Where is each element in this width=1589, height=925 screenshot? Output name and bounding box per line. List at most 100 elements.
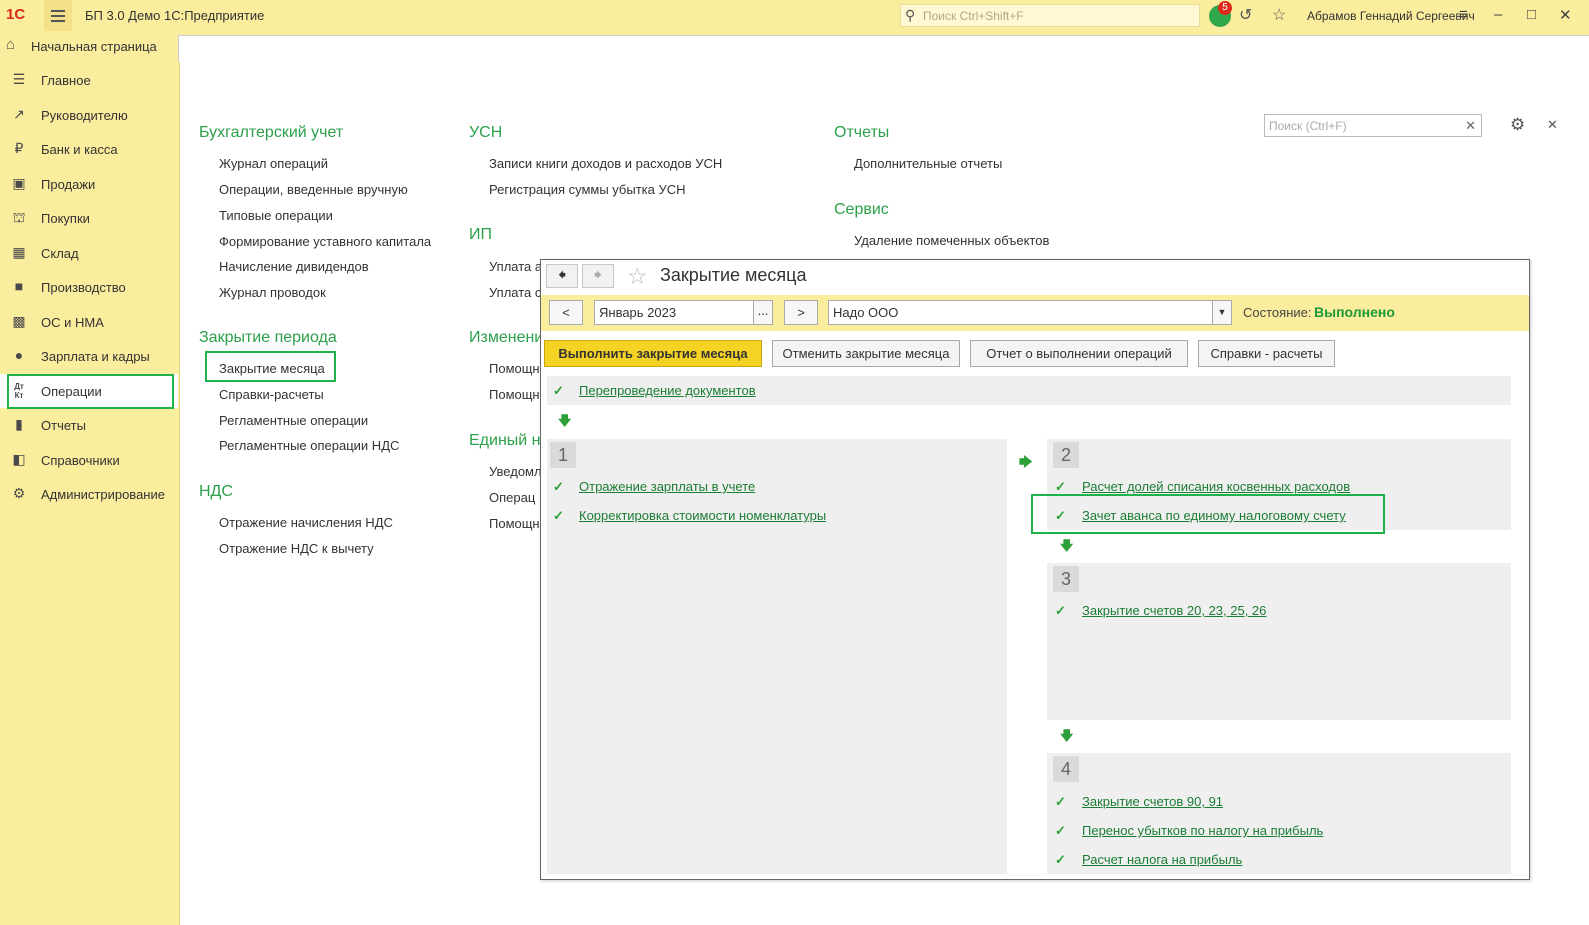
- arrow-left-icon: 🠸: [557, 267, 567, 284]
- minimize-icon[interactable]: –: [1494, 6, 1502, 23]
- nav-link[interactable]: Помощн: [489, 516, 540, 531]
- history-icon[interactable]: ↺: [1239, 5, 1252, 25]
- sidebar-item-salary[interactable]: ● Зарплата и кадры: [0, 339, 178, 373]
- close-accounts-20-link[interactable]: Закрытие счетов 20, 23, 25, 26: [1082, 603, 1266, 618]
- nav-link[interactable]: Уведомл: [489, 464, 542, 479]
- sidebar-item-label: ОС и НМА: [41, 315, 104, 330]
- sidebar-item-warehouse[interactable]: ▦ Склад: [0, 236, 178, 270]
- main-menu-button[interactable]: [44, 0, 72, 31]
- operations-report-button[interactable]: Отчет о выполнении операций: [970, 340, 1188, 367]
- nav-link[interactable]: Уплата а: [489, 259, 542, 274]
- sidebar-item-main[interactable]: ☰ Главное: [0, 63, 178, 97]
- close-accounts-90-link[interactable]: Закрытие счетов 90, 91: [1082, 794, 1223, 809]
- run-month-close-button[interactable]: Выполнить закрытие месяца: [544, 340, 762, 367]
- clear-search-icon[interactable]: ✕: [1465, 118, 1476, 134]
- organization-field[interactable]: Надо ООО: [828, 300, 1213, 325]
- next-period-button[interactable]: >: [784, 300, 818, 325]
- organization-dropdown-button[interactable]: ▼: [1212, 300, 1232, 325]
- sidebar-item-assets[interactable]: ▩ ОС и НМА: [0, 305, 178, 339]
- indirect-costs-link[interactable]: Расчет долей списания косвенных расходов: [1082, 479, 1350, 494]
- nav-link[interactable]: Регистрация суммы убытка УСН: [489, 182, 686, 197]
- sidebar-item-label: Отчеты: [41, 418, 86, 433]
- nav-link[interactable]: Помощн: [489, 361, 540, 376]
- trend-icon: ↗: [13, 106, 25, 122]
- maximize-icon[interactable]: □: [1527, 6, 1536, 23]
- favorites-star-icon[interactable]: ☆: [1272, 5, 1286, 25]
- forward-button[interactable]: 🠺: [582, 264, 614, 288]
- current-tab[interactable]: [178, 35, 1589, 62]
- sidebar-item-label: Руководителю: [41, 108, 128, 123]
- nav-link[interactable]: Журнал операций: [219, 156, 328, 171]
- sidebar-item-admin[interactable]: ⚙ Администрирование: [0, 477, 178, 511]
- arrow-right-icon: 🠺: [593, 267, 603, 284]
- sidebar-item-manager[interactable]: ↗ Руководителю: [0, 98, 178, 132]
- arrow-right-icon: 🡆: [1019, 454, 1033, 469]
- nav-link[interactable]: Регламентные операции НДС: [219, 438, 399, 453]
- sidebar-item-production[interactable]: ■ Производство: [0, 270, 178, 304]
- home-icon: ⌂: [6, 36, 16, 53]
- repost-row: ✓ Перепроведение документов: [547, 376, 1511, 405]
- nav-link[interactable]: Начисление дивидендов: [219, 259, 369, 274]
- step-3-panel: 3 ✓ Закрытие счетов 20, 23, 25, 26: [1047, 563, 1511, 720]
- nav-link[interactable]: Журнал проводок: [219, 285, 326, 300]
- back-button[interactable]: 🠸: [546, 264, 578, 288]
- close-window-icon[interactable]: ✕: [1559, 6, 1572, 24]
- period-band: < Январь 2023 ... > Надо ООО ▼ Состояние…: [541, 295, 1529, 331]
- arrow-down-icon: 🡇: [1060, 538, 1074, 553]
- prev-period-button[interactable]: <: [549, 300, 583, 325]
- check-icon: ✓: [553, 508, 564, 523]
- nav-link[interactable]: Отражение НДС к вычету: [219, 541, 374, 556]
- notifications-badge: 5: [1218, 1, 1232, 15]
- settings-menu-icon[interactable]: ≡: [1459, 6, 1468, 23]
- nav-link[interactable]: Удаление помеченных объектов: [854, 233, 1049, 248]
- step-number: 2: [1053, 442, 1079, 468]
- sidebar-item-bank[interactable]: ₽ Банк и касса: [0, 132, 178, 166]
- search-icon: ⚲: [905, 7, 916, 23]
- section-title-ip: ИП: [469, 226, 492, 243]
- nav-link[interactable]: Уплата с: [489, 285, 541, 300]
- nav-link[interactable]: Регламентные операции: [219, 413, 368, 428]
- user-name[interactable]: Абрамов Геннадий Сергеевич: [1307, 9, 1475, 23]
- sidebar-item-reports[interactable]: ▮ Отчеты: [0, 408, 178, 442]
- nav-link[interactable]: Помощн: [489, 387, 540, 402]
- nav-link[interactable]: Операц: [489, 490, 535, 505]
- calculations-button[interactable]: Справки - расчеты: [1198, 340, 1335, 367]
- nav-link[interactable]: Формирование уставного капитала: [219, 234, 431, 249]
- period-field[interactable]: Январь 2023: [594, 300, 754, 325]
- notifications-bell-icon[interactable]: 5: [1209, 1, 1232, 27]
- cancel-month-close-button[interactable]: Отменить закрытие месяца: [772, 340, 960, 367]
- salary-reflection-link[interactable]: Отражение зарплаты в учете: [579, 479, 755, 494]
- status-label: Состояние:: [1243, 305, 1312, 320]
- repost-documents-link[interactable]: Перепроведение документов: [579, 383, 756, 398]
- period-select-button[interactable]: ...: [753, 300, 773, 325]
- global-search-input[interactable]: ⚲ Поиск Ctrl+Shift+F: [900, 4, 1200, 27]
- gear-icon[interactable]: ⚙: [1510, 115, 1525, 135]
- sidebar-item-catalogs[interactable]: ◧ Справочники: [0, 443, 178, 477]
- nav-link[interactable]: Операции, введенные вручную: [219, 182, 408, 197]
- sidebar-item-label: Главное: [41, 73, 91, 88]
- menu-icon-line: [51, 10, 65, 12]
- app-title: БП 3.0 Демо 1С:Предприятие: [85, 8, 265, 23]
- nav-link[interactable]: Записи книги доходов и расходов УСН: [489, 156, 722, 171]
- close-icon[interactable]: ✕: [1547, 117, 1558, 133]
- step-4-panel: 4 ✓ Закрытие счетов 90, 91 ✓ Перенос убы…: [1047, 753, 1511, 874]
- sidebar-item-sales[interactable]: ▣ Продажи: [0, 167, 178, 201]
- app-logo[interactable]: 1С: [6, 6, 25, 23]
- loss-transfer-link[interactable]: Перенос убытков по налогу на прибыль: [1082, 823, 1323, 838]
- nav-link[interactable]: Типовые операции: [219, 208, 333, 223]
- nav-link[interactable]: Дополнительные отчеты: [854, 156, 1002, 171]
- nomenclature-cost-link[interactable]: Корректировка стоимости номенклатуры: [579, 508, 826, 523]
- profit-tax-link[interactable]: Расчет налога на прибыль: [1082, 852, 1242, 867]
- favorite-star-icon[interactable]: ☆: [627, 263, 648, 290]
- panel-search-input[interactable]: Поиск (Ctrl+F) ✕: [1264, 114, 1482, 137]
- global-search-placeholder: Поиск Ctrl+Shift+F: [923, 9, 1024, 23]
- sidebar-item-purchases[interactable]: ⛫ Покупки: [0, 201, 178, 235]
- step-number: 1: [550, 442, 576, 468]
- step-number: 3: [1053, 566, 1079, 592]
- nav-link[interactable]: Справки-расчеты: [219, 387, 324, 402]
- home-tab[interactable]: ⌂ Начальная страница: [0, 31, 178, 62]
- sidebar-item-label: Продажи: [41, 177, 96, 192]
- window-title: Закрытие месяца: [660, 265, 807, 285]
- status-value: Выполнено: [1314, 304, 1395, 320]
- nav-link[interactable]: Отражение начисления НДС: [219, 515, 393, 530]
